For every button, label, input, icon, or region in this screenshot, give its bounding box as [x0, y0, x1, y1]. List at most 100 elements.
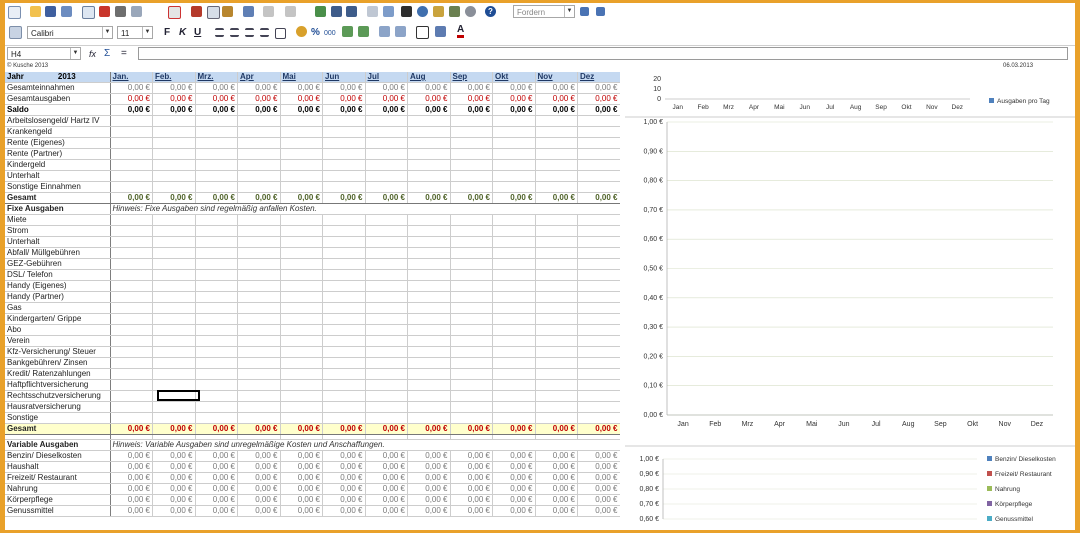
input-cell[interactable] — [535, 401, 578, 413]
input-cell[interactable] — [152, 269, 196, 281]
row-label[interactable]: Abfall/ Müllgebühren — [5, 247, 111, 259]
value-cell[interactable]: 0,00 € — [577, 483, 620, 495]
input-cell[interactable] — [322, 313, 366, 325]
value-cell[interactable]: 0,00 € — [577, 494, 620, 506]
value-cell[interactable]: 0,00 € — [577, 82, 620, 94]
row-label[interactable]: Handy (Partner) — [5, 291, 111, 303]
input-cell[interactable] — [365, 148, 408, 160]
input-cell[interactable] — [450, 291, 493, 303]
spellcheck-icon[interactable] — [168, 6, 181, 19]
input-cell[interactable] — [365, 225, 408, 237]
value-cell[interactable]: 0,00 € — [237, 461, 281, 473]
value-cell[interactable]: 0,00 € — [195, 450, 238, 462]
value-cell[interactable]: 0,00 € — [280, 483, 323, 495]
value-cell[interactable]: 0,00 € — [535, 494, 578, 506]
input-cell[interactable] — [492, 390, 536, 402]
input-cell[interactable] — [322, 324, 366, 336]
input-cell[interactable] — [152, 159, 196, 171]
input-cell[interactable] — [365, 302, 408, 314]
value-cell[interactable]: 0,00 € — [450, 461, 493, 473]
input-cell[interactable] — [407, 390, 451, 402]
value-cell[interactable]: 0,00 € — [280, 505, 323, 517]
value-cell[interactable]: 0,00 € — [365, 461, 408, 473]
new-document-icon[interactable] — [8, 6, 21, 19]
value-cell[interactable]: 0,00 € — [577, 192, 620, 204]
value-cell[interactable]: 0,00 € — [237, 82, 281, 94]
input-cell[interactable] — [365, 170, 408, 182]
value-cell[interactable]: 0,00 € — [195, 192, 238, 204]
input-cell[interactable] — [322, 137, 366, 149]
value-cell[interactable]: 0,00 € — [492, 82, 536, 94]
input-cell[interactable] — [195, 379, 238, 391]
row-label[interactable]: Rente (Eigenes) — [5, 137, 111, 149]
row-label[interactable]: Rechtsschutzversicherung — [5, 390, 111, 402]
value-cell[interactable]: 0,00 € — [535, 505, 578, 517]
input-cell[interactable] — [322, 247, 366, 259]
row-label[interactable]: Strom — [5, 225, 111, 237]
row-label[interactable]: Gesamteinnahmen — [5, 82, 111, 94]
input-cell[interactable] — [577, 379, 620, 391]
input-cell[interactable] — [407, 291, 451, 303]
row-label[interactable]: DSL/ Telefon — [5, 269, 111, 281]
input-cell[interactable] — [195, 302, 238, 314]
row-label[interactable]: Körperpflege — [5, 494, 111, 506]
section-title[interactable]: Variable Ausgaben — [5, 439, 111, 451]
selected-cell-cursor[interactable] — [157, 390, 200, 401]
value-cell[interactable]: 0,00 € — [195, 423, 238, 435]
value-cell[interactable]: 0,00 € — [450, 450, 493, 462]
row-label[interactable]: Sonstige — [5, 412, 111, 424]
month-header[interactable]: Feb. — [152, 72, 196, 83]
input-cell[interactable] — [407, 126, 451, 138]
input-cell[interactable] — [280, 302, 323, 314]
input-cell[interactable] — [535, 357, 578, 369]
input-cell[interactable] — [365, 346, 408, 358]
value-cell[interactable]: 0,00 € — [365, 483, 408, 495]
input-cell[interactable] — [492, 137, 536, 149]
input-cell[interactable] — [577, 247, 620, 259]
input-cell[interactable] — [322, 115, 366, 127]
input-cell[interactable] — [237, 214, 281, 226]
input-cell[interactable] — [535, 159, 578, 171]
input-cell[interactable] — [237, 225, 281, 237]
input-cell[interactable] — [152, 368, 196, 380]
input-cell[interactable] — [237, 313, 281, 325]
input-cell[interactable] — [450, 148, 493, 160]
input-cell[interactable] — [322, 346, 366, 358]
input-cell[interactable] — [577, 390, 620, 402]
value-cell[interactable]: 0,00 € — [450, 192, 493, 204]
input-cell[interactable] — [407, 368, 451, 380]
value-cell[interactable]: 0,00 € — [280, 423, 323, 435]
value-cell[interactable]: 0,00 € — [577, 104, 620, 116]
row-label[interactable]: Miete — [5, 214, 111, 226]
input-cell[interactable] — [110, 302, 153, 314]
input-cell[interactable] — [237, 335, 281, 347]
value-cell[interactable]: 0,00 € — [450, 483, 493, 495]
input-cell[interactable] — [237, 379, 281, 391]
row-label[interactable]: Genussmittel — [5, 505, 111, 517]
input-cell[interactable] — [110, 214, 153, 226]
value-cell[interactable]: 0,00 € — [322, 192, 366, 204]
input-cell[interactable] — [237, 236, 281, 248]
sort-descending-icon[interactable] — [346, 6, 357, 17]
row-label[interactable]: Hausratversicherung — [5, 401, 111, 413]
input-cell[interactable] — [280, 126, 323, 138]
input-cell[interactable] — [365, 181, 408, 193]
font-size-field[interactable]: 11 ▼ — [117, 26, 153, 39]
value-cell[interactable]: 0,00 € — [237, 505, 281, 517]
value-cell[interactable]: 0,00 € — [365, 192, 408, 204]
input-cell[interactable] — [535, 214, 578, 226]
input-cell[interactable] — [577, 214, 620, 226]
input-cell[interactable] — [492, 258, 536, 270]
budget-table[interactable]: Jahr 2013 Jan. Feb. Mrz. Apr Mai Jun Jul Aug Sep Ok… — [5, 72, 620, 517]
input-cell[interactable] — [365, 401, 408, 413]
input-cell[interactable] — [450, 181, 493, 193]
row-label[interactable]: Gesamt — [5, 423, 111, 435]
input-cell[interactable] — [492, 148, 536, 160]
indent-decrease-icon[interactable] — [379, 26, 390, 37]
value-cell[interactable]: 0,00 € — [280, 93, 323, 105]
input-cell[interactable] — [450, 346, 493, 358]
input-cell[interactable] — [492, 214, 536, 226]
input-cell[interactable] — [365, 269, 408, 281]
value-cell[interactable]: 0,00 € — [365, 93, 408, 105]
input-cell[interactable] — [535, 313, 578, 325]
